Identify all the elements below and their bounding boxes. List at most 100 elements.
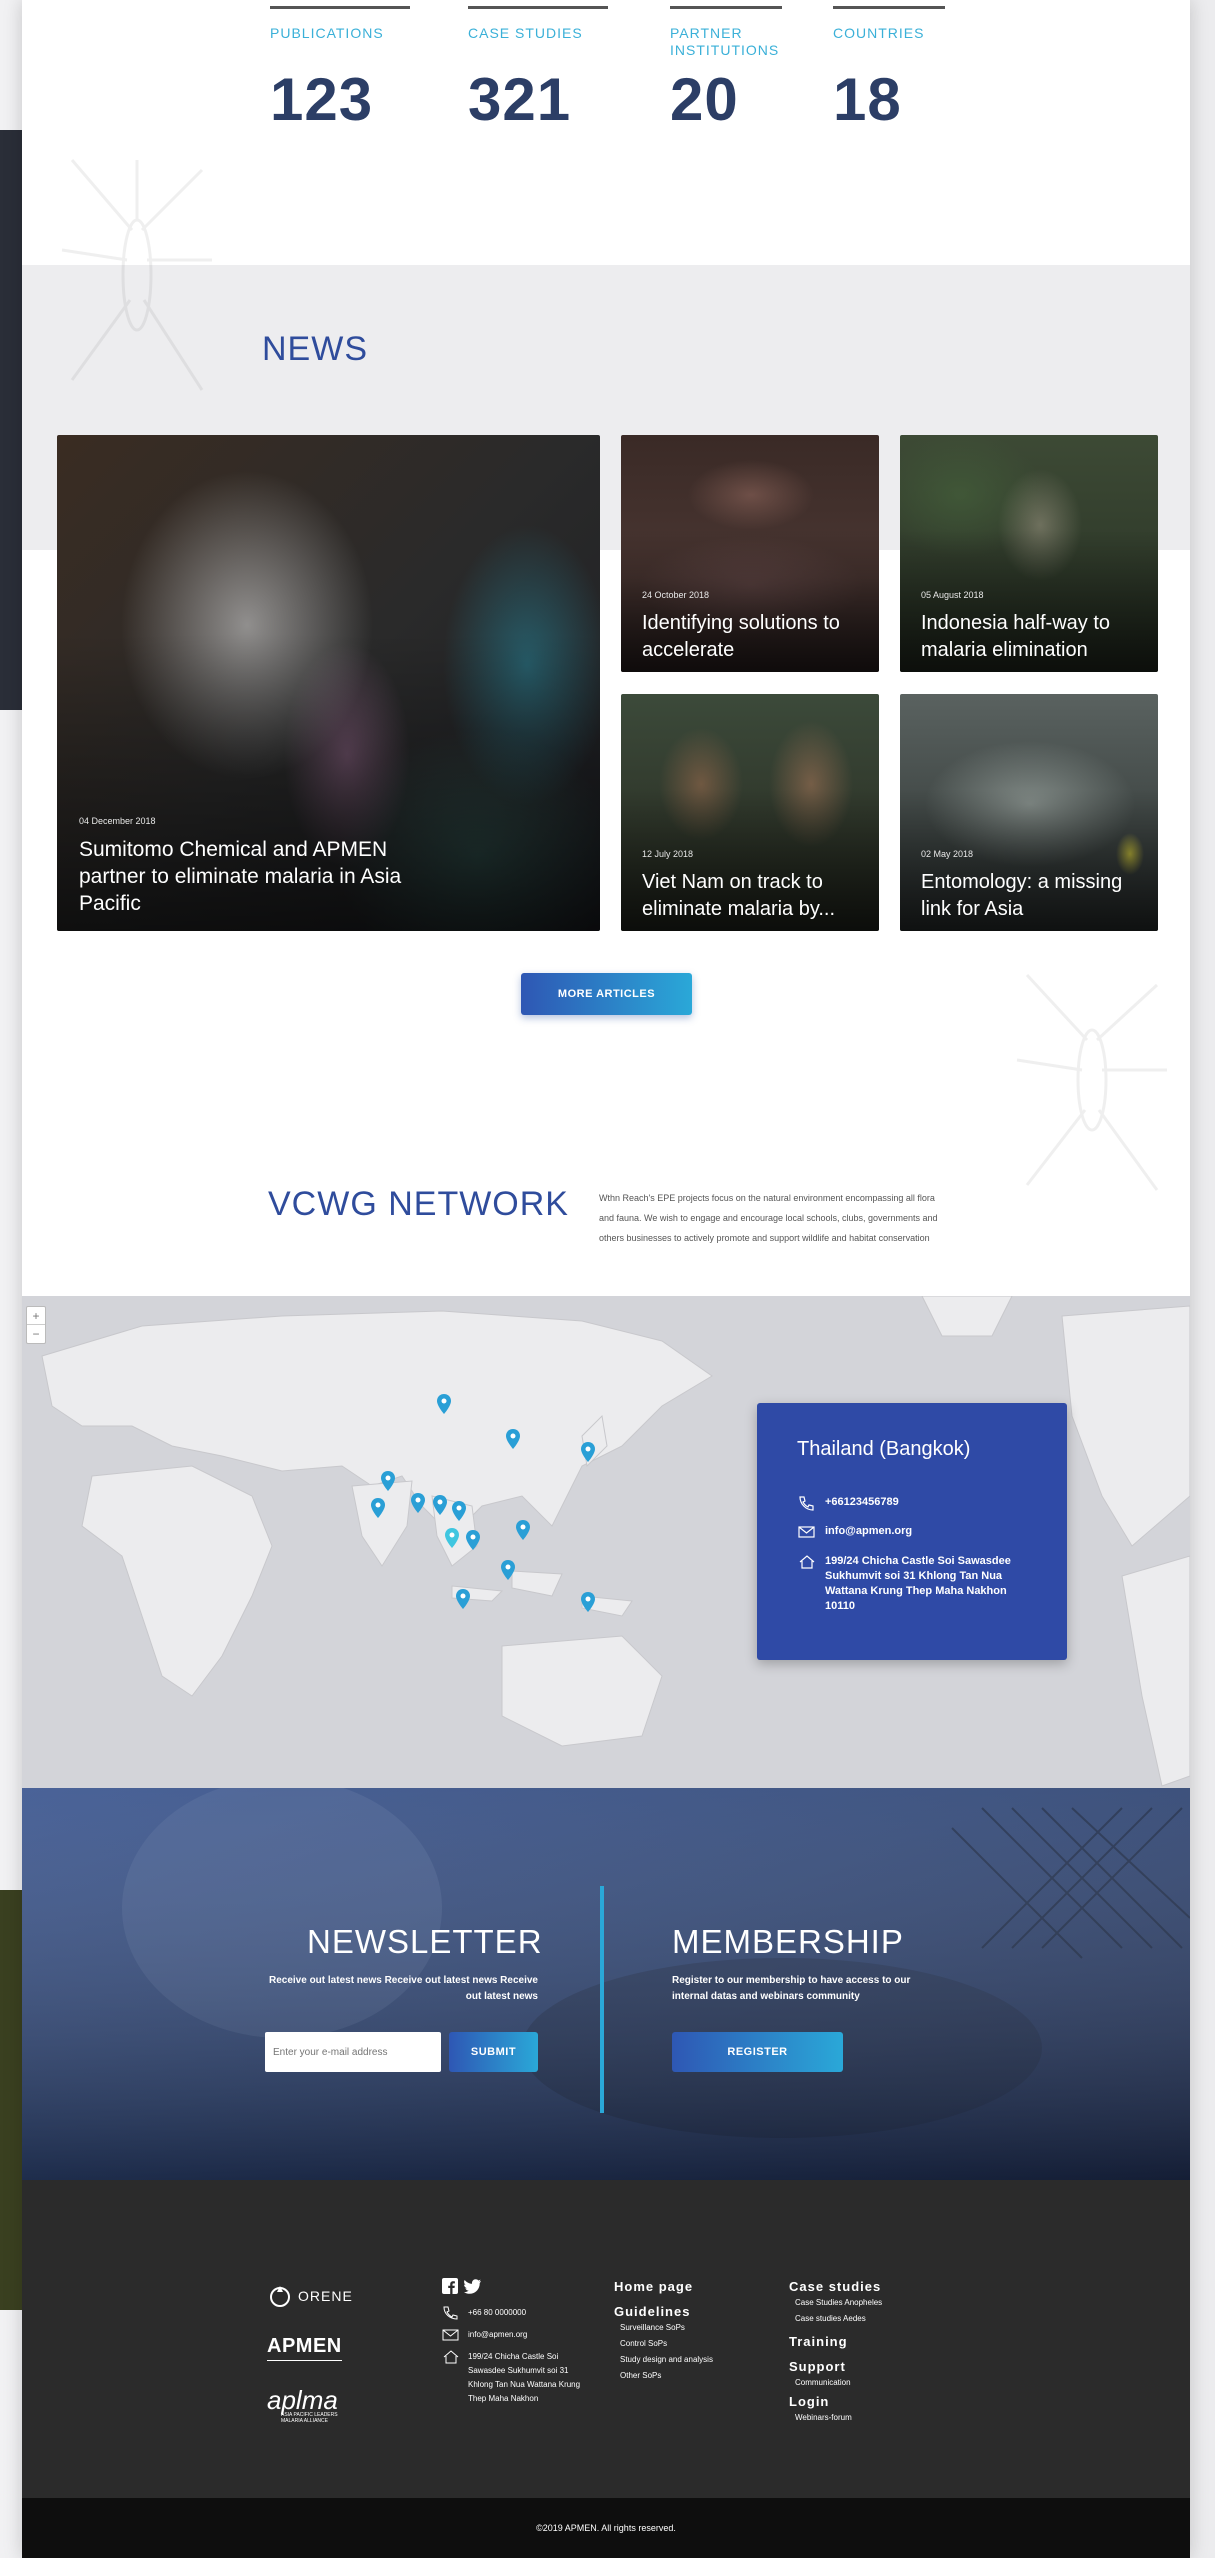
phone-icon <box>443 2306 458 2320</box>
map-pin-icon[interactable] <box>516 1520 530 1540</box>
info-address: 199/24 Chicha Castle Soi Sawasdee Sukhum… <box>825 1555 1011 1612</box>
background-page-strip <box>0 130 22 710</box>
footer-link-training[interactable]: Training <box>789 2333 882 2350</box>
stat-divider <box>670 6 782 9</box>
stat-label: COUNTRIES <box>833 25 925 41</box>
footer-sublink[interactable]: Other SoPs <box>614 2368 713 2384</box>
newsletter-heading: NEWSLETTER <box>307 1923 543 1960</box>
footer-link-login[interactable]: Login <box>789 2393 882 2410</box>
footer-sublink[interactable]: Webinars-forum <box>789 2410 882 2426</box>
stat-divider <box>270 6 410 9</box>
map-pin-icon[interactable] <box>452 1501 466 1521</box>
footer-email: info@apmen.org <box>468 2330 528 2339</box>
stat-divider <box>833 6 945 9</box>
footer-sublink[interactable]: Case studies Aedes <box>789 2311 882 2327</box>
footer-links-column-1: Home page Guidelines Surveillance SoPs C… <box>614 2278 713 2384</box>
footer-sublink[interactable]: Case Studies Anopheles <box>789 2295 882 2311</box>
section-background-photo <box>22 1788 1190 2180</box>
zoom-in-button[interactable]: + <box>27 1307 45 1325</box>
stat-countries: COUNTRIES 18 <box>833 0 1031 134</box>
network-heading: VCWG NETWORK <box>268 1185 569 1223</box>
map-pin-icon[interactable] <box>411 1493 425 1513</box>
news-card[interactable]: 05 August 2018 Indonesia half-way to mal… <box>900 435 1158 672</box>
apmen-logo-text: APMEN <box>267 2335 342 2361</box>
more-articles-button[interactable]: MORE ARTICLES <box>521 973 692 1015</box>
news-date: 24 October 2018 <box>642 590 710 600</box>
footer-link-case-studies[interactable]: Case studies <box>789 2278 882 2295</box>
map-pin-icon[interactable] <box>371 1498 385 1518</box>
social-links <box>442 2278 583 2294</box>
info-address-row: 199/24 Chicha Castle Soi Sawasdee Sukhum… <box>797 1554 1035 1614</box>
apmen-logo[interactable]: APMEN <box>267 2335 342 2361</box>
newsletter-membership-section: NEWSLETTER Receive out latest news Recei… <box>22 1788 1190 2180</box>
network-description: Wthn Reach's EPE projects focus on the n… <box>599 1193 938 1243</box>
footer-sublink[interactable]: Communication <box>789 2375 882 2391</box>
copyright-bar: ©2019 APMEN. All rights reserved. <box>22 2498 1190 2558</box>
stat-value: 20 <box>670 66 739 133</box>
map-pin-icon[interactable] <box>466 1530 480 1550</box>
stat-divider <box>468 6 608 9</box>
right-gutter <box>1190 0 1215 2558</box>
footer-address-row: 199/24 Chicha Castle Soi Sawasdee Sukhum… <box>442 2350 583 2406</box>
stat-value: 18 <box>833 66 902 133</box>
aplma-logo-text: aplma <box>267 2385 338 2415</box>
news-card[interactable]: 12 July 2018 Viet Nam on track to elimin… <box>621 694 879 931</box>
newsletter-subtitle: Receive out latest news Receive out late… <box>268 1975 538 2002</box>
facebook-icon[interactable] <box>442 2278 458 2294</box>
map-pin-icon[interactable] <box>506 1429 520 1449</box>
map-pin-active-icon[interactable] <box>445 1528 459 1548</box>
stat-value: 321 <box>468 66 572 133</box>
info-title: Thailand (Bangkok) <box>797 1438 971 1460</box>
stat-case-studies: CASE STUDIES 321 <box>468 0 670 134</box>
stat-label: CASE STUDIES <box>468 25 583 41</box>
stat-label: PUBLICATIONS <box>270 25 384 41</box>
info-email-row: info@apmen.org <box>797 1524 1035 1540</box>
news-date: 04 December 2018 <box>79 816 156 826</box>
mail-icon <box>442 2329 459 2341</box>
stats-row: PUBLICATIONS 123 CASE STUDIES 321 PARTNE… <box>270 0 1031 134</box>
news-card[interactable]: 24 October 2018 Identifying solutions to… <box>621 435 879 672</box>
footer-links-column-2: Case studies Case Studies Anopheles Case… <box>789 2278 882 2426</box>
footer-link-home-page[interactable]: Home page <box>614 2278 713 2295</box>
newsletter-email-input[interactable] <box>265 2032 441 2072</box>
news-title: Viet Nam on track to eliminate malaria b… <box>642 871 836 920</box>
aplma-logo[interactable]: aplma ASIA PACIFIC LEADERS MALARIA ALLIA… <box>267 2385 341 2424</box>
zoom-out-button[interactable]: − <box>27 1325 45 1343</box>
stat-publications: PUBLICATIONS 123 <box>270 0 468 134</box>
mosquito-decoration-icon <box>1016 973 1167 1191</box>
map-pin-icon[interactable] <box>381 1471 395 1491</box>
news-title: Indonesia half-way to malaria eliminatio… <box>921 612 1111 661</box>
network-map[interactable]: + − Thailand (Bangkok) +66123456789 info… <box>22 1296 1190 1788</box>
map-pin-icon[interactable] <box>433 1495 447 1515</box>
info-phone-row: +66123456789 <box>797 1495 1035 1511</box>
section-divider <box>600 1886 604 2113</box>
map-pin-icon[interactable] <box>501 1560 515 1580</box>
footer-link-guidelines[interactable]: Guidelines <box>614 2303 713 2320</box>
phone-icon <box>799 1496 814 1511</box>
map-pin-icon[interactable] <box>456 1589 470 1609</box>
footer-sublink[interactable]: Study design and analysis <box>614 2352 713 2368</box>
info-phone: +66123456789 <box>825 1496 899 1508</box>
news-title: Sumitomo Chemical and APMEN partner to e… <box>79 838 402 915</box>
orene-logo[interactable]: ORENE <box>267 2284 353 2308</box>
footer-contact: +66 80 0000000 info@apmen.org 199/24 Chi… <box>442 2278 583 2406</box>
footer: ORENE APMEN aplma ASIA PACIFIC LEADERS M… <box>22 2180 1190 2498</box>
mail-icon <box>798 1526 815 1538</box>
news-title: Identifying solutions to accelerate <box>642 612 840 661</box>
footer-sublink[interactable]: Surveillance SoPs <box>614 2320 713 2336</box>
background-page-strip <box>0 1890 22 2310</box>
newsletter-submit-button[interactable]: SUBMIT <box>449 2032 538 2072</box>
map-pin-icon[interactable] <box>581 1442 595 1462</box>
info-email: info@apmen.org <box>825 1525 913 1537</box>
footer-phone-row: +66 80 0000000 <box>442 2306 583 2320</box>
news-card-featured[interactable]: 04 December 2018 Sumitomo Chemical and A… <box>57 435 600 931</box>
register-button[interactable]: REGISTER <box>672 2032 843 2072</box>
map-pin-icon[interactable] <box>581 1592 595 1612</box>
stat-partner-institutions: PARTNER INSTITUTIONS 20 <box>670 0 833 134</box>
news-date: 12 July 2018 <box>642 849 694 859</box>
footer-link-support[interactable]: Support <box>789 2358 882 2375</box>
map-pin-icon[interactable] <box>437 1394 451 1414</box>
footer-sublink[interactable]: Control SoPs <box>614 2336 713 2352</box>
twitter-icon[interactable] <box>464 2278 482 2294</box>
news-card[interactable]: 02 May 2018 Entomology: a missing link f… <box>900 694 1158 931</box>
